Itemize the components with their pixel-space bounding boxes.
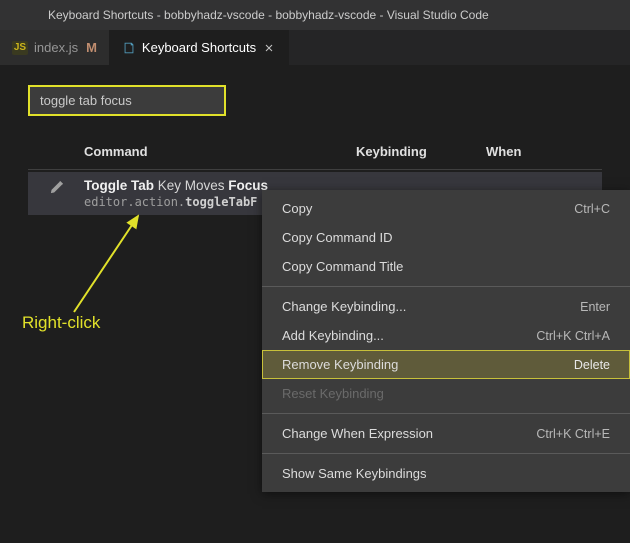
ctx-change-when[interactable]: Change When Expression Ctrl+K Ctrl+E [262, 419, 630, 448]
ctx-separator [262, 453, 630, 454]
window-title-bar: Keyboard Shortcuts - bobbyhadz-vscode - … [0, 0, 630, 30]
column-headers: Command Keybinding When [28, 144, 602, 159]
tab-label: Keyboard Shortcuts [142, 40, 256, 55]
header-command[interactable]: Command [84, 144, 356, 159]
ctx-label: Add Keybinding... [282, 328, 384, 343]
tab-label: index.js [34, 40, 78, 55]
ctx-copy-command-title[interactable]: Copy Command Title [262, 252, 630, 281]
ctx-copy-command-id[interactable]: Copy Command ID [262, 223, 630, 252]
annotation-label: Right-click [22, 313, 100, 333]
modified-indicator: M [86, 40, 97, 55]
annotation-arrow [68, 210, 158, 320]
ctx-add-keybinding[interactable]: Add Keybinding... Ctrl+K Ctrl+A [262, 321, 630, 350]
ctx-label: Copy Command ID [282, 230, 393, 245]
tab-bar: JS index.js M Keyboard Shortcuts [0, 30, 630, 65]
ctx-shortcut: Delete [574, 358, 610, 372]
header-separator [28, 169, 602, 170]
ctx-label: Remove Keybinding [282, 357, 398, 372]
ctx-shortcut: Ctrl+K Ctrl+A [536, 329, 610, 343]
ctx-shortcut: Ctrl+K Ctrl+E [536, 427, 610, 441]
js-file-icon: JS [12, 41, 28, 55]
ctx-label: Copy [282, 201, 312, 216]
ctx-reset-keybinding: Reset Keybinding [262, 379, 630, 408]
window-title: Keyboard Shortcuts - bobbyhadz-vscode - … [48, 8, 489, 22]
ctx-copy[interactable]: Copy Ctrl+C [262, 194, 630, 223]
ctx-label: Copy Command Title [282, 259, 403, 274]
ctx-label: Change When Expression [282, 426, 433, 441]
ctx-label: Show Same Keybindings [282, 466, 427, 481]
ctx-shortcut: Ctrl+C [574, 202, 610, 216]
ctx-show-same[interactable]: Show Same Keybindings [262, 459, 630, 488]
context-menu: Copy Ctrl+C Copy Command ID Copy Command… [262, 190, 630, 492]
header-keybinding[interactable]: Keybinding [356, 144, 486, 159]
ctx-shortcut: Enter [580, 300, 610, 314]
ctx-remove-keybinding[interactable]: Remove Keybinding Delete [262, 350, 630, 379]
edit-icon[interactable] [49, 180, 64, 198]
tab-keyboard-shortcuts[interactable]: Keyboard Shortcuts [110, 30, 289, 65]
ctx-label: Change Keybinding... [282, 299, 406, 314]
header-when[interactable]: When [486, 144, 521, 159]
close-icon[interactable] [262, 41, 276, 55]
search-input[interactable]: toggle tab focus [28, 85, 226, 116]
ctx-separator [262, 413, 630, 414]
ctx-label: Reset Keybinding [282, 386, 384, 401]
tab-indexjs[interactable]: JS index.js M [0, 30, 110, 65]
ctx-separator [262, 286, 630, 287]
ctx-change-keybinding[interactable]: Change Keybinding... Enter [262, 292, 630, 321]
preferences-icon [122, 41, 136, 55]
